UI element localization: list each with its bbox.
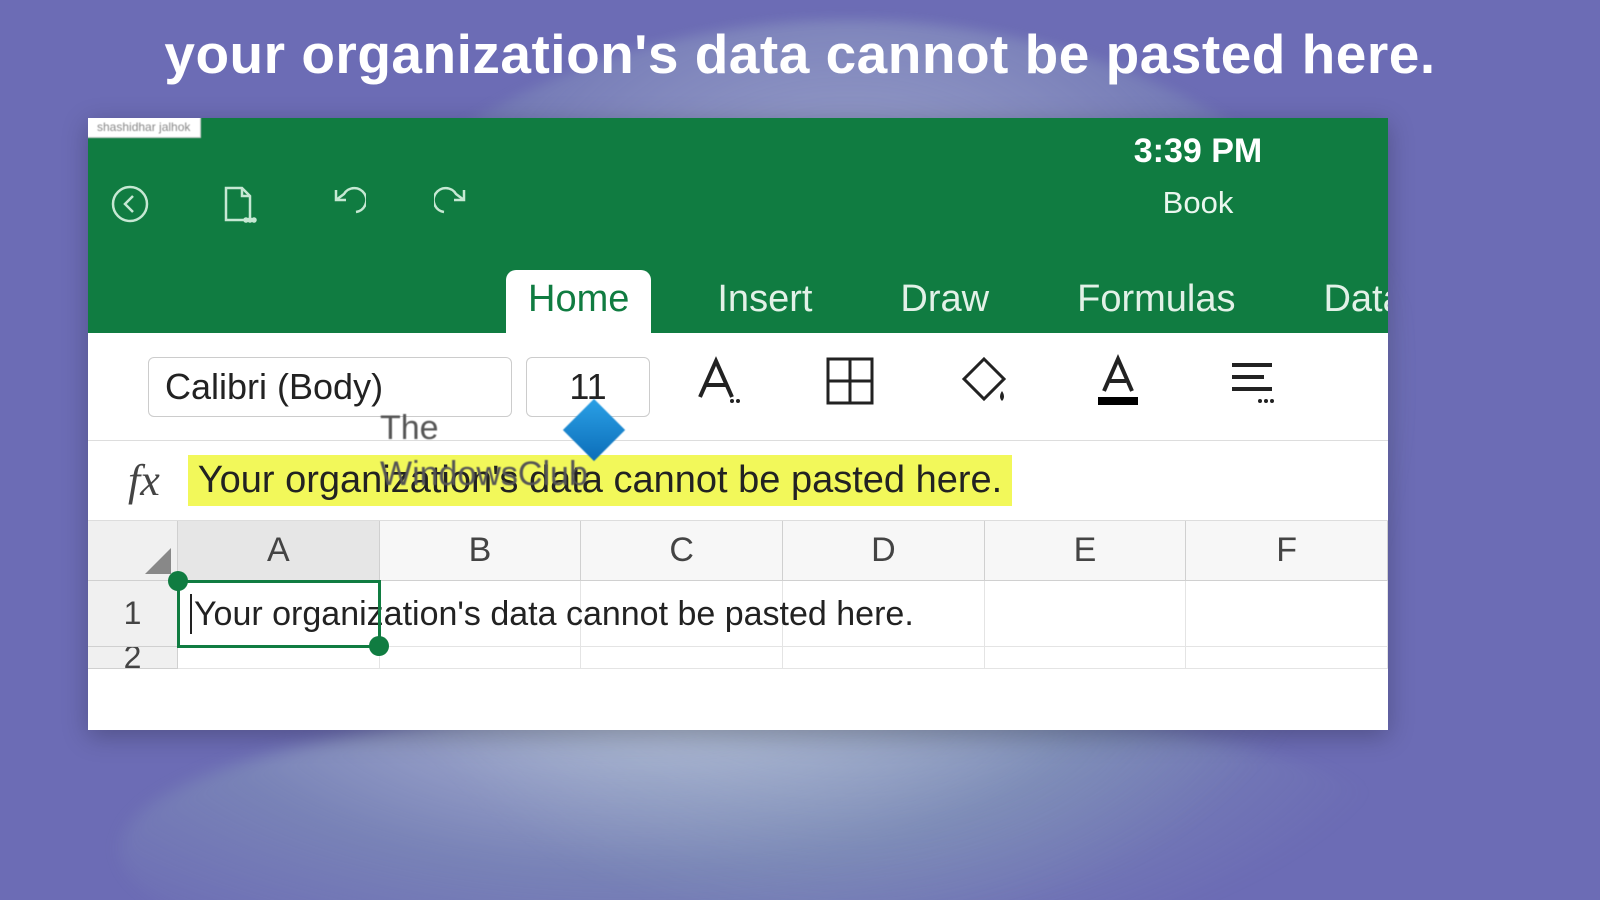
font-format-icon[interactable]	[688, 353, 744, 409]
selection-handle-br[interactable]	[369, 636, 389, 656]
redo-button[interactable]	[430, 180, 478, 228]
font-size-select[interactable]: 11	[526, 357, 650, 417]
quick-access-toolbar	[106, 180, 478, 228]
titlebar: 3:39 PM Book Home Insert Draw Formulas D…	[88, 118, 1388, 333]
undo-button[interactable]	[322, 180, 370, 228]
spreadsheet-grid: A B C D E F 1 Your organization's data c…	[88, 521, 1388, 669]
user-badge: shashidhar jalhok	[88, 118, 201, 138]
table-row: 1 Your organization's data cannot be pas…	[88, 581, 1388, 647]
cell-D2[interactable]	[783, 647, 985, 669]
font-color-icon[interactable]	[1090, 353, 1146, 409]
column-header-F[interactable]: F	[1186, 521, 1388, 581]
cell-B2[interactable]	[380, 647, 582, 669]
ribbon-home-row: Calibri (Body) 11	[88, 333, 1388, 441]
column-headers-row: A B C D E F	[88, 521, 1388, 581]
row-header-1[interactable]: 1	[88, 581, 178, 647]
column-header-A[interactable]: A	[178, 521, 380, 581]
column-header-B[interactable]: B	[380, 521, 582, 581]
tab-home[interactable]: Home	[506, 270, 651, 333]
cell-E2[interactable]	[985, 647, 1187, 669]
excel-window: shashidhar jalhok 3:39 PM Book Home Inse…	[88, 118, 1388, 730]
headline-text: your organization's data cannot be paste…	[0, 22, 1600, 86]
selection-handle-tl[interactable]	[168, 571, 188, 591]
workbook-name: Book	[1068, 185, 1328, 221]
column-header-C[interactable]: C	[581, 521, 783, 581]
tab-formulas[interactable]: Formulas	[1055, 270, 1257, 333]
tab-insert[interactable]: Insert	[695, 270, 834, 333]
borders-icon[interactable]	[822, 353, 878, 409]
row-header-2[interactable]: 2	[88, 647, 178, 669]
cell-F2[interactable]	[1186, 647, 1388, 669]
column-header-E[interactable]: E	[985, 521, 1187, 581]
formula-bar-input[interactable]: Your organization's data cannot be paste…	[188, 455, 1012, 506]
cell-A1[interactable]	[178, 581, 380, 647]
fill-color-icon[interactable]	[956, 353, 1012, 409]
cell-E1[interactable]	[985, 581, 1187, 647]
alignment-icon[interactable]	[1224, 353, 1280, 409]
clock-time: 3:39 PM	[1068, 132, 1328, 171]
column-header-D[interactable]: D	[783, 521, 985, 581]
cell-A2[interactable]	[178, 647, 380, 669]
title-info: 3:39 PM Book	[1068, 132, 1328, 221]
ribbon-tabs: Home Insert Draw Formulas Data	[88, 267, 1388, 333]
select-all-corner[interactable]	[88, 521, 178, 581]
ribbon-tool-icons	[688, 353, 1280, 409]
cell-C2[interactable]	[581, 647, 783, 669]
file-menu-icon[interactable]	[214, 180, 262, 228]
table-row: 2	[88, 647, 1388, 669]
cell-F1[interactable]	[1186, 581, 1388, 647]
font-name-select[interactable]: Calibri (Body)	[148, 357, 512, 417]
back-button[interactable]	[106, 180, 154, 228]
tab-draw[interactable]: Draw	[878, 270, 1011, 333]
tab-data[interactable]: Data	[1301, 270, 1388, 333]
formula-bar: fx Your organization's data cannot be pa…	[88, 441, 1388, 521]
fx-label: fx	[128, 455, 160, 506]
